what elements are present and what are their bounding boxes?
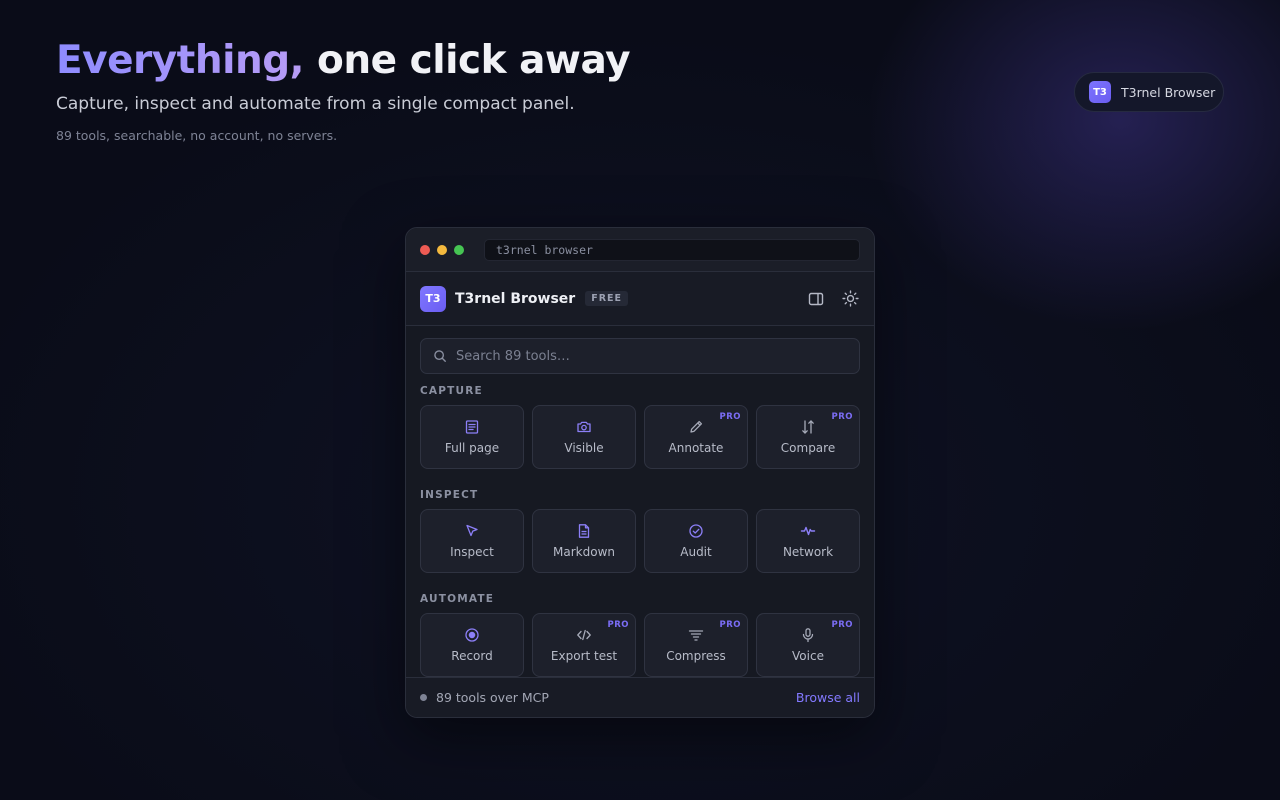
activity-icon (800, 526, 816, 536)
sidebar-toggle-button[interactable] (806, 289, 826, 309)
tool-voice[interactable]: PRO Voice (756, 613, 860, 677)
tool-label: Record (451, 649, 493, 663)
tool-visible[interactable]: Visible (532, 405, 636, 469)
browse-all-link[interactable]: Browse all (796, 690, 860, 705)
tool-label: Compress (666, 649, 726, 663)
tool-record[interactable]: Record (420, 613, 524, 677)
address-bar[interactable]: t3rnel browser (484, 238, 860, 261)
hero-title: Everything, one click away (56, 38, 630, 84)
filter-icon (688, 630, 704, 641)
brand-pill-label: T3rnel Browser (1121, 84, 1216, 100)
document-icon (465, 420, 479, 434)
tool-compare[interactable]: PRO Compare (756, 405, 860, 469)
tool-label: Network (782, 545, 834, 559)
tool-annotate[interactable]: PRO Annotate (644, 405, 748, 469)
file-text-icon (578, 524, 590, 538)
tool-markdown[interactable]: Markdown (532, 509, 636, 573)
pro-badge: PRO (719, 412, 741, 422)
hero-title-accent: Everything, (56, 38, 304, 83)
pro-badge: PRO (607, 620, 629, 630)
pencil-icon (690, 420, 703, 433)
app-footer: 89 tools over MCP Browse all (406, 677, 874, 717)
compare-arrows-icon (802, 420, 814, 434)
tool-full-page[interactable]: Full page (420, 405, 524, 469)
search-box[interactable] (420, 338, 860, 374)
tool-inspect[interactable]: Inspect (420, 509, 524, 573)
code-icon (577, 629, 591, 641)
app-body: CAPTURE Full page Visible PRO (406, 326, 874, 677)
check-circle-icon (689, 524, 703, 538)
tool-label: Export test (550, 649, 618, 663)
camera-icon (577, 421, 591, 433)
tool-label: Annotate (668, 441, 724, 455)
tool-grid-automate: Record PRO Export test PRO Compress PRO (420, 613, 860, 677)
tool-export-test[interactable]: PRO Export test (532, 613, 636, 677)
pro-badge: PRO (831, 412, 853, 422)
section-label-automate: AUTOMATE (420, 593, 495, 605)
hero-note: 89 tools, searchable, no account, no ser… (56, 128, 338, 143)
section-label-inspect: INSPECT (420, 489, 479, 501)
minimize-window-dot[interactable] (437, 244, 447, 255)
tool-label: Compare (780, 441, 836, 455)
app-header: T3 T3rnel Browser FREE (406, 272, 874, 326)
hero-title-rest: one click away (317, 38, 630, 83)
app-name: T3rnel Browser (455, 290, 576, 307)
brand-logo: T3 (1089, 81, 1111, 103)
theme-toggle-button[interactable] (840, 289, 860, 309)
tool-grid-capture: Full page Visible PRO Annotate PRO Compa… (420, 405, 860, 469)
status-dot (420, 694, 427, 701)
tool-grid-inspect: Inspect Markdown Audit Network (420, 509, 860, 573)
window-titlebar: t3rnel browser (406, 228, 874, 272)
tool-label: Voice (792, 649, 824, 663)
tool-network[interactable]: Network (756, 509, 860, 573)
pro-badge: PRO (831, 620, 853, 630)
tool-label: Audit (680, 545, 712, 559)
app-logo: T3 (420, 285, 446, 312)
microphone-icon (802, 628, 814, 643)
cursor-icon (466, 524, 478, 537)
tool-label: Visible (564, 441, 604, 455)
search-icon (434, 350, 446, 362)
brand-pill[interactable]: T3 T3rnel Browser (1074, 72, 1224, 112)
tool-audit[interactable]: Audit (644, 509, 748, 573)
maximize-window-dot[interactable] (454, 244, 464, 255)
pro-badge: PRO (719, 620, 741, 630)
section-label-capture: CAPTURE (420, 385, 483, 397)
hero-subtitle: Capture, inspect and automate from a sin… (56, 94, 575, 114)
sidebar-panel-icon (808, 292, 824, 305)
tool-compress[interactable]: PRO Compress (644, 613, 748, 677)
hero: Everything, one click away Capture, insp… (56, 38, 630, 143)
sun-icon (841, 290, 859, 307)
extension-window: t3rnel browser T3 T3rnel Browser FREE Se… (405, 227, 875, 718)
footer-status: 89 tools over MCP (436, 690, 549, 705)
tool-label: Full page (444, 441, 500, 455)
tool-label: Markdown (553, 545, 615, 559)
plan-badge: FREE (585, 291, 628, 306)
tool-label: Inspect (450, 545, 494, 559)
search-input[interactable] (456, 348, 859, 364)
record-icon (465, 628, 479, 642)
close-window-dot[interactable] (420, 244, 430, 255)
